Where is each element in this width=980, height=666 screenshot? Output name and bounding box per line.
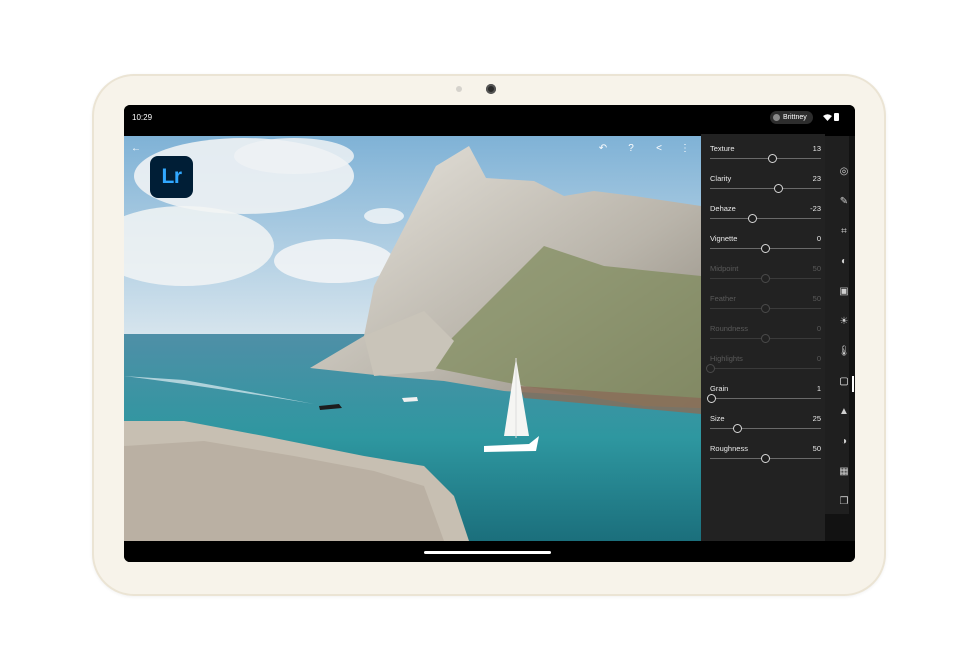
slider-thumb[interactable] xyxy=(748,214,758,223)
slider-vignette[interactable]: Vignette 0 xyxy=(710,234,821,264)
masking-icon[interactable]: ◐ xyxy=(835,253,853,271)
user-name: Brittney xyxy=(783,114,807,121)
slider-clarity[interactable]: Clarity 23 xyxy=(710,174,821,204)
more-icon[interactable]: ⋮ xyxy=(678,142,692,156)
slider-label: Texture xyxy=(710,144,735,153)
share-icon[interactable]: < xyxy=(652,142,666,156)
slider-midpoint: Midpoint 50 xyxy=(710,264,821,294)
slider-thumb xyxy=(761,274,770,283)
light-sensor xyxy=(456,86,462,92)
slider-track[interactable] xyxy=(710,188,821,189)
slider-track xyxy=(710,368,821,369)
slider-label: Roughness xyxy=(710,444,748,453)
slider-label: Highlights xyxy=(710,354,743,363)
navigation-bar xyxy=(124,541,855,562)
geometry-icon[interactable]: ▦ xyxy=(835,463,853,481)
slider-track[interactable] xyxy=(710,428,821,429)
slider-label: Feather xyxy=(710,294,736,303)
slider-thumb xyxy=(705,364,715,373)
slider-thumb[interactable] xyxy=(773,184,783,193)
slider-thumb xyxy=(761,334,770,343)
help-icon[interactable]: ? xyxy=(624,142,638,156)
slider-label: Midpoint xyxy=(710,264,739,273)
wifi-icon xyxy=(823,114,832,121)
slider-track[interactable] xyxy=(710,218,821,219)
slider-label: Grain xyxy=(710,384,729,393)
photo-canvas[interactable]: Lr ← ↶ ? < ⋮ xyxy=(124,136,701,541)
profile-icon[interactable]: ▣ xyxy=(835,283,853,301)
versions-icon[interactable]: ❐ xyxy=(835,493,853,511)
light-icon[interactable]: ☀ xyxy=(835,313,853,331)
slider-label: Size xyxy=(710,414,725,423)
tablet-screen: 10:29 Brittney Lr ← ↶ ? < ⋮ Texture 13 C… xyxy=(124,105,855,562)
home-indicator[interactable] xyxy=(424,551,551,554)
slider-track[interactable] xyxy=(710,158,821,159)
effects-icon[interactable]: ▢ xyxy=(835,373,853,391)
slider-label: Clarity xyxy=(710,174,732,183)
slider-thumb[interactable] xyxy=(761,244,770,253)
slider-value: 13 xyxy=(812,144,821,153)
slider-thumb[interactable] xyxy=(768,154,778,163)
slider-thumb[interactable] xyxy=(733,424,743,433)
avatar xyxy=(773,114,780,121)
slider-label: Vignette xyxy=(710,234,738,243)
front-camera xyxy=(486,84,496,94)
slider-grain[interactable]: Grain 1 xyxy=(706,384,821,414)
slider-value: 1 xyxy=(816,384,821,393)
slider-value: 25 xyxy=(812,414,821,423)
slider-value: 0 xyxy=(816,234,821,243)
status-time: 10:29 xyxy=(132,113,153,122)
slider-value: 0 xyxy=(816,354,821,363)
undo-icon[interactable]: ↶ xyxy=(596,142,610,156)
active-tool-indicator xyxy=(852,376,854,392)
slider-label: Dehaze xyxy=(710,204,736,213)
slider-thumb[interactable] xyxy=(761,454,770,463)
healing-icon[interactable]: ✎ xyxy=(835,193,853,211)
user-chip[interactable]: Brittney xyxy=(770,111,813,124)
slider-track[interactable] xyxy=(710,398,821,399)
crop-icon[interactable]: ⌗ xyxy=(835,223,853,241)
slider-thumb xyxy=(761,304,770,313)
status-bar: 10:29 Brittney xyxy=(124,105,855,136)
slider-label: Roundness xyxy=(710,324,748,333)
detail-icon[interactable]: ▲ xyxy=(835,403,853,421)
slider-dehaze[interactable]: Dehaze -23 xyxy=(710,204,821,234)
optics-icon[interactable]: ◑ xyxy=(835,433,853,451)
slider-value: 0 xyxy=(816,324,821,333)
slider-value: -23 xyxy=(810,204,821,213)
battery-icon xyxy=(834,113,839,121)
back-arrow-icon[interactable]: ← xyxy=(129,142,143,156)
color-icon[interactable]: 🌡 xyxy=(835,343,853,361)
slider-roundness: Roundness 0 xyxy=(710,324,821,354)
slider-value: 50 xyxy=(812,264,821,273)
presets-icon[interactable]: ◎ xyxy=(835,163,853,181)
slider-thumb[interactable] xyxy=(706,394,716,403)
slider-highlights: Highlights 0 xyxy=(705,354,821,384)
slider-feather: Feather 50 xyxy=(710,294,821,324)
slider-roughness[interactable]: Roughness 50 xyxy=(710,444,821,474)
slider-value: 50 xyxy=(812,294,821,303)
slider-texture[interactable]: Texture 13 xyxy=(710,144,821,174)
slider-value: 50 xyxy=(812,444,821,453)
lightroom-logo: Lr xyxy=(150,156,193,198)
slider-value: 23 xyxy=(812,174,821,183)
slider-size[interactable]: Size 25 xyxy=(710,414,821,444)
effects-panel: Texture 13 Clarity 23 Dehaze -23 Vignette 0 Midp… xyxy=(701,134,825,544)
